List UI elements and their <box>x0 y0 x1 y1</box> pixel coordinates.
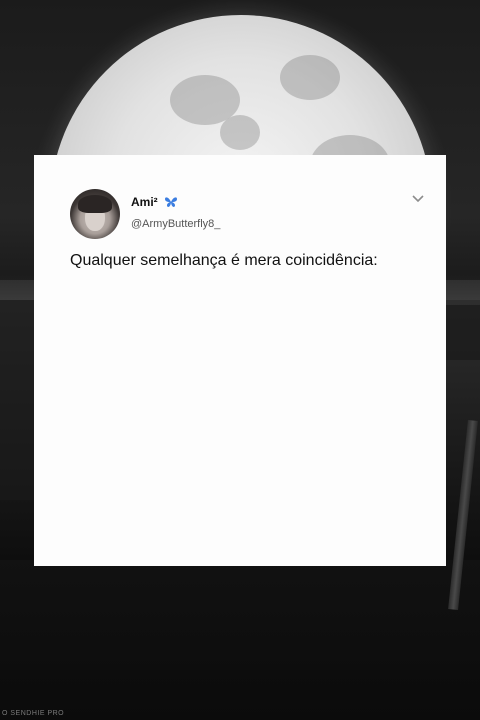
tweet-text: Qualquer semelhança é mera coincidência: <box>70 252 378 269</box>
author-name-row: Ami² <box>131 195 178 209</box>
reeds-left <box>0 300 34 500</box>
moon-crater <box>220 115 260 150</box>
moon-crater <box>280 55 340 100</box>
display-name[interactable]: Ami² <box>131 195 158 209</box>
chevron-down-icon[interactable] <box>412 195 424 203</box>
reeds-right <box>446 305 480 360</box>
tweet-card[interactable]: Ami² @ArmyButterfly8_ Qualquer semelhanç… <box>34 155 446 566</box>
watermark-text: O SENDHIE PRO <box>2 710 65 717</box>
user-handle[interactable]: @ArmyButterfly8_ <box>131 218 220 230</box>
avatar[interactable] <box>70 189 120 239</box>
butterfly-icon <box>164 197 177 207</box>
avatar-hair <box>78 195 112 213</box>
